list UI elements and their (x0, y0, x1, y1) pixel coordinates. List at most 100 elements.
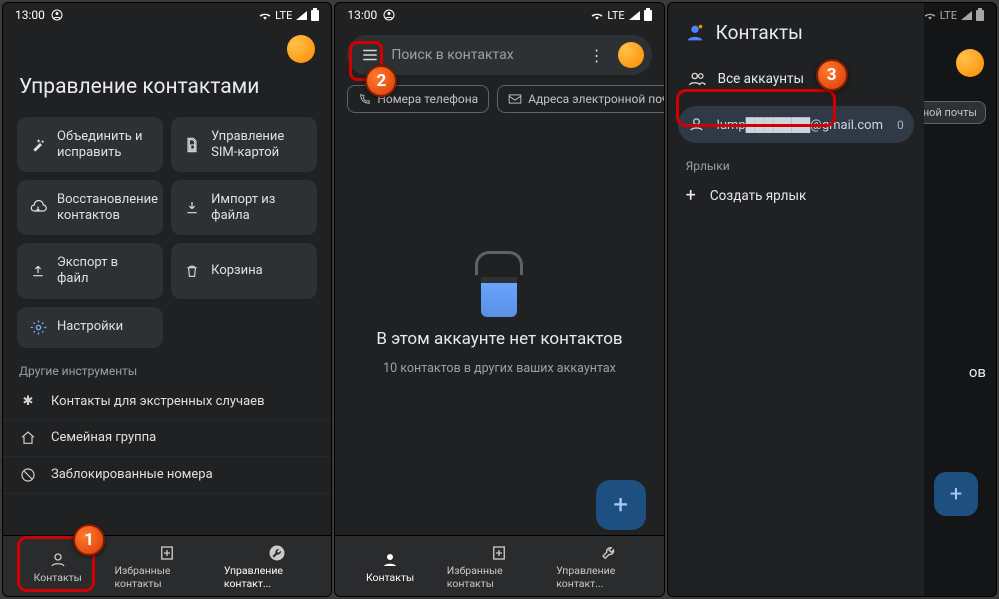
person-icon (688, 116, 705, 133)
nav-favorites[interactable]: Избранные контакты (445, 536, 554, 596)
marker-1: 1 (73, 524, 105, 556)
screen-drawer: 13:00 LTE ной почты ов + Контакты Все ак… (667, 2, 997, 597)
empty-title: В этом аккаунте нет контактов (376, 329, 622, 349)
search-bar[interactable]: Поиск в контактах ⋮ (347, 35, 651, 75)
profile-avatar[interactable] (618, 42, 644, 68)
menu-button[interactable] (359, 44, 381, 66)
account-circle-icon (51, 9, 63, 21)
nav-label: Управление контакт... (224, 564, 329, 590)
block-icon (19, 467, 37, 483)
bookmarks-icon (158, 544, 176, 562)
search-placeholder: Поиск в контактах (391, 47, 575, 63)
wifi-icon (259, 10, 271, 20)
home-icon (19, 430, 37, 446)
hamburger-icon (361, 46, 379, 64)
chip-label: Адреса электронной почты (528, 92, 664, 106)
plus-icon: + (686, 185, 696, 206)
tile-export[interactable]: Экспорт в файл (17, 243, 163, 298)
contacts-app-icon (684, 22, 706, 44)
status-net: LTE (275, 9, 292, 22)
empty-subtitle: 10 контактов в других ваших аккаунтах (383, 361, 616, 376)
account-email: lump███████@gmail.com (717, 117, 883, 133)
star-icon: ✱ (19, 394, 37, 409)
mail-icon (508, 93, 522, 105)
person-icon (381, 551, 399, 569)
drawer-account-selected[interactable]: lump███████@gmail.com 0 (678, 106, 914, 143)
cloud-down-icon (29, 200, 47, 216)
drawer-header: Контакты (668, 13, 924, 58)
nav-label: Контакты (34, 571, 82, 584)
tile-label: Объединить и исправить (57, 129, 151, 160)
screen-list: 13:00 LTE Поиск в контактах ⋮ Номера тел… (334, 2, 664, 597)
chip-email[interactable]: Адреса электронной почты (497, 85, 664, 113)
account-circle-icon (383, 9, 395, 21)
bg-text-fragment: ов (969, 363, 986, 381)
bg-avatar (956, 49, 984, 77)
bottom-nav: Контакты Избранные контакты Управление к… (3, 535, 331, 596)
wrench-icon (600, 544, 618, 562)
battery-icon (311, 10, 319, 21)
account-count: 0 (897, 118, 904, 132)
screen-manage: 13:00 LTE Управление контактами Объедини… (2, 2, 332, 597)
status-time: 13:00 (347, 8, 377, 22)
row-family[interactable]: Семейная группа (3, 420, 331, 457)
phone-icon (358, 93, 371, 106)
nav-manage[interactable]: Управление контакт... (554, 536, 663, 596)
status-net: LTE (607, 9, 624, 22)
page-title: Управление контактами (3, 71, 331, 117)
empty-illustration (469, 249, 529, 317)
upload-icon (29, 263, 47, 279)
signal-icon (629, 11, 640, 20)
create-label-text: Создать ярлык (710, 188, 806, 204)
people-icon (688, 70, 706, 88)
tile-label: Импорт из файла (211, 192, 305, 223)
gear-icon (29, 319, 47, 336)
fab-add[interactable]: + (596, 480, 646, 530)
bg-chip-fragment: ной почты (914, 101, 986, 124)
wrench-icon (268, 544, 286, 562)
drawer-title: Контакты (716, 21, 803, 44)
bottom-nav: Контакты Избранные контакты Управление к… (335, 535, 663, 596)
nav-favorites[interactable]: Избранные контакты (112, 536, 221, 596)
status-bar: 13:00 LTE (335, 3, 663, 25)
signal-icon (296, 11, 307, 20)
download-icon (183, 200, 201, 216)
status-time: 13:00 (15, 8, 45, 22)
more-button[interactable]: ⋮ (586, 44, 608, 66)
empty-state: В этом аккаунте нет контактов 10 контакт… (335, 119, 663, 535)
labels-heading: Ярлыки (668, 151, 924, 175)
tile-label: Восстановление контактов (57, 192, 158, 223)
tile-trash[interactable]: Корзина (171, 243, 317, 298)
nav-label: Избранные контакты (447, 564, 552, 590)
create-label-row[interactable]: + Создать ярлык (668, 175, 924, 216)
nav-drawer: Контакты Все аккаунты lump███████@gmail.… (668, 3, 924, 596)
nav-label: Избранные контакты (114, 564, 219, 590)
row-label: Заблокированные номера (51, 467, 213, 482)
tile-settings[interactable]: Настройки (17, 307, 163, 348)
profile-avatar[interactable] (287, 35, 315, 63)
tile-restore[interactable]: Восстановление контактов (17, 180, 163, 235)
row-label: Семейная группа (51, 430, 156, 445)
row-blocked[interactable]: Заблокированные номера (3, 457, 331, 494)
row-emergency[interactable]: ✱ Контакты для экстренных случаев (3, 384, 331, 420)
tile-combine[interactable]: Объединить и исправить (17, 117, 163, 172)
nav-contacts[interactable]: Контакты (335, 536, 444, 596)
tiles-grid: Объединить и исправить Управление SIM-ка… (3, 117, 331, 348)
tile-import[interactable]: Импорт из файла (171, 180, 317, 235)
other-tools-heading: Другие инструменты (3, 348, 331, 384)
tile-label: Настройки (57, 319, 151, 335)
drawer-all-accounts[interactable]: Все аккаунты (678, 60, 914, 98)
bg-fab: + (934, 472, 978, 516)
plus-icon: + (613, 490, 628, 520)
nav-manage[interactable]: Управление контакт... (222, 536, 331, 596)
wand-icon (29, 137, 47, 153)
drawer-all-label: Все аккаунты (718, 71, 804, 87)
header-row (3, 25, 331, 71)
sim-icon (183, 137, 201, 153)
nav-label: Контакты (366, 571, 414, 584)
wifi-icon (591, 10, 603, 20)
row-label: Контакты для экстренных случаев (51, 394, 265, 409)
tile-sim[interactable]: Управление SIM-картой (171, 117, 317, 172)
tile-label: Управление SIM-картой (211, 129, 305, 160)
tile-label: Экспорт в файл (57, 255, 151, 286)
